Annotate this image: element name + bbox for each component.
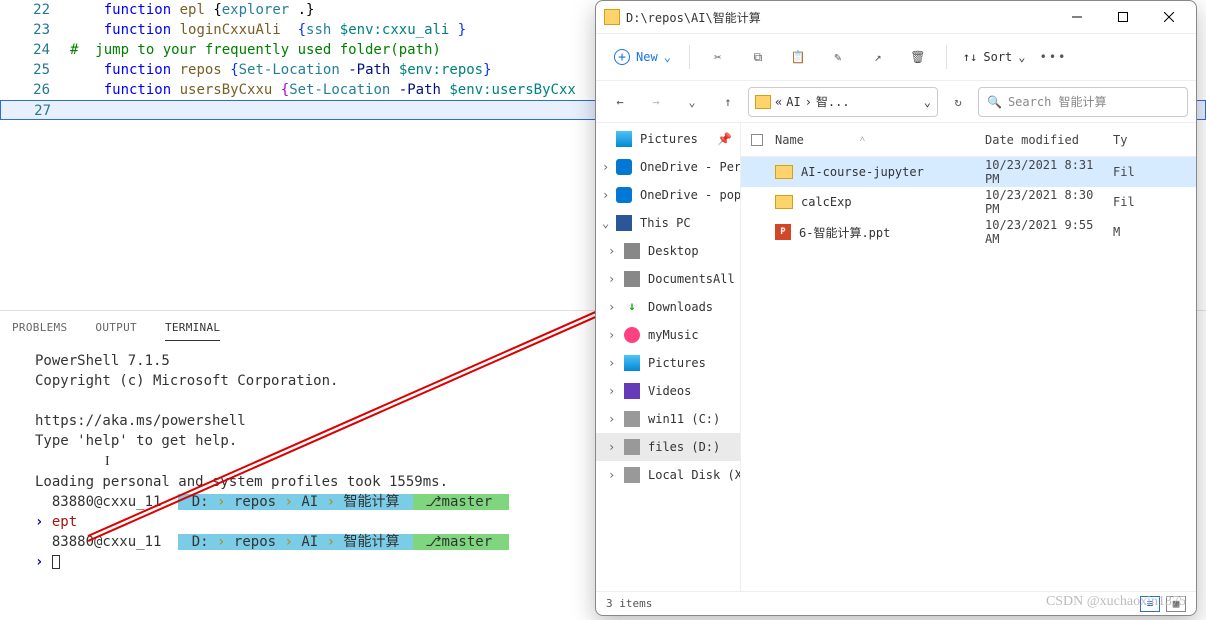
sidebar[interactable]: Pictures📌›OneDrive - Perso›OneDrive - po… [596,123,741,591]
minimize-button[interactable] [1054,3,1100,31]
folder-icon [604,9,620,25]
tab-output[interactable]: OUTPUT [95,315,137,341]
terminal-cursor [52,555,60,569]
sort-button[interactable]: ↑↓ Sort ⌄ [957,50,1032,64]
sidebar-item[interactable]: ›Local Disk (X:) [596,461,740,489]
col-date[interactable]: Date modified [985,133,1113,147]
navbar: ← → ⌄ ↑ « AI › 智... ⌄ ↻ 🔍 Search 智能计算 [596,81,1196,123]
share-icon[interactable]: ↗ [860,39,896,75]
folder-icon [755,95,771,109]
table-row[interactable]: AI-course-jupyter10/23/2021 8:31 PMFil [741,157,1196,187]
sidebar-item[interactable]: Pictures📌 [596,125,740,153]
up-button[interactable]: ↑ [712,86,744,118]
sidebar-item[interactable]: ›Videos [596,377,740,405]
col-type[interactable]: Ty [1113,133,1133,147]
recent-button[interactable]: ⌄ [676,86,708,118]
cut-icon[interactable]: ✂ [700,39,736,75]
tab-problems[interactable]: PROBLEMS [12,315,67,341]
paste-icon[interactable]: 📋 [780,39,816,75]
table-row[interactable]: calcExp10/23/2021 8:30 PMFil [741,187,1196,217]
sidebar-item[interactable]: ›win11 (C:) [596,405,740,433]
table-row[interactable]: P6-智能计算.ppt10/23/2021 9:55 AMM [741,217,1196,247]
search-input[interactable]: 🔍 Search 智能计算 [978,87,1188,117]
refresh-button[interactable]: ↻ [942,86,974,118]
watermark: CSDN @xuchaoxin1375 [1046,594,1186,610]
sidebar-item[interactable]: ›myMusic [596,321,740,349]
sidebar-item[interactable]: ›OneDrive - popz [596,181,740,209]
plus-icon: + [614,49,630,65]
col-name[interactable]: Name [775,133,804,147]
file-list: Name ˄ Date modified Ty AI-course-jupyte… [741,123,1196,591]
window-title: D:\repos\AI\智能计算 [626,9,1048,26]
delete-icon[interactable]: 🗑 [900,39,936,75]
more-icon[interactable]: ••• [1036,39,1072,75]
sidebar-item[interactable]: ›OneDrive - Perso [596,153,740,181]
close-button[interactable] [1146,3,1192,31]
item-count: 3 items [606,597,652,610]
column-headers[interactable]: Name ˄ Date modified Ty [741,123,1196,157]
rename-icon[interactable]: ✎ [820,39,856,75]
select-all-checkbox[interactable] [751,134,763,146]
maximize-button[interactable] [1100,3,1146,31]
toolbar: +New⌄ ✂ ⧉ 📋 ✎ ↗ 🗑 ↑↓ Sort ⌄ ••• [596,33,1196,81]
address-bar[interactable]: « AI › 智... ⌄ [748,87,938,117]
tab-terminal[interactable]: TERMINAL [165,315,220,341]
sidebar-item[interactable]: ›Desktop [596,237,740,265]
new-button[interactable]: +New⌄ [606,45,679,69]
sidebar-item[interactable]: ›Pictures [596,349,740,377]
back-button[interactable]: ← [604,86,636,118]
forward-button[interactable]: → [640,86,672,118]
sidebar-item[interactable]: ⌄This PC [596,209,740,237]
copy-icon[interactable]: ⧉ [740,39,776,75]
file-explorer-window: D:\repos\AI\智能计算 +New⌄ ✂ ⧉ 📋 ✎ ↗ 🗑 ↑↓ So… [595,0,1197,616]
sidebar-item[interactable]: ›DocumentsAll [596,265,740,293]
search-icon: 🔍 [987,95,1002,109]
titlebar[interactable]: D:\repos\AI\智能计算 [596,1,1196,33]
sidebar-item[interactable]: ›files (D:) [596,433,740,461]
sidebar-item[interactable]: ›↓Downloads [596,293,740,321]
